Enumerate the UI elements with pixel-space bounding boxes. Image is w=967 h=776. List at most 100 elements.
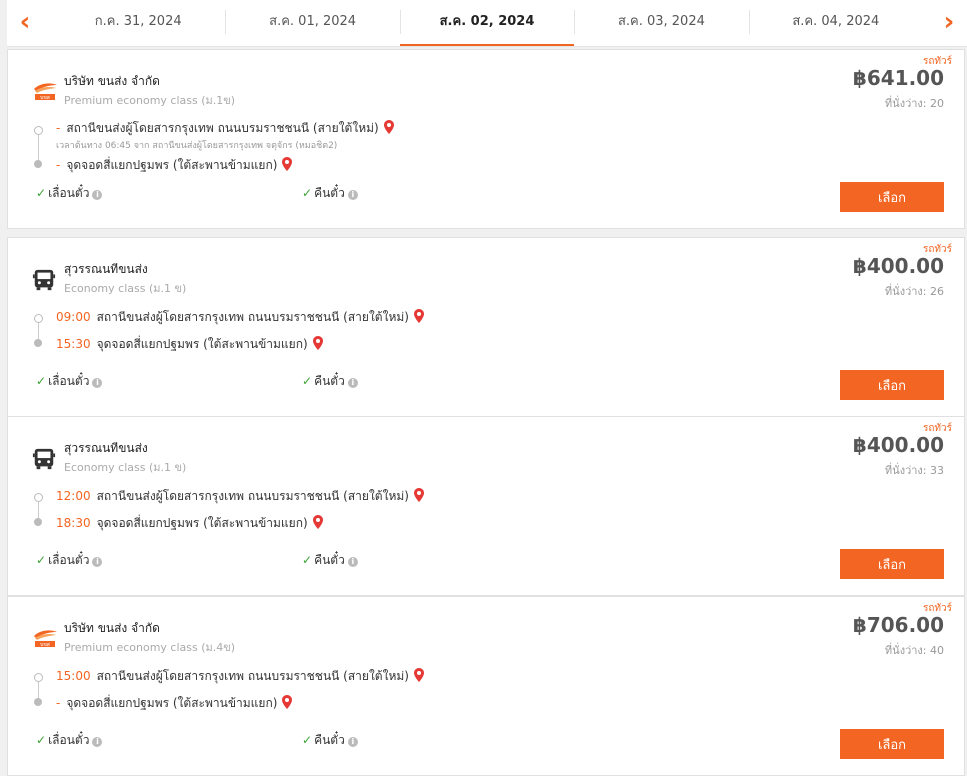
- date-tabs: ก.ค. 31, 2024 ส.ค. 01, 2024 ส.ค. 02, 202…: [51, 0, 923, 46]
- arrival-stop: - จุดจอดสี่แยกปฐมพร (ใต้สะพานข้ามแยก): [56, 156, 293, 175]
- refund-label: คืนตั๋ว: [314, 186, 345, 200]
- departure-stop: 12:00 สถานีขนส่งผู้โดยสารกรุงเทพ ถนนบรมรา…: [56, 487, 424, 506]
- check-icon: ✓: [302, 733, 313, 747]
- svg-text:บขส: บขส: [40, 642, 50, 648]
- reschedule-label: เลื่อนตั๋ว: [48, 374, 90, 388]
- seat-class: Economy class (ม.1 ข): [64, 461, 187, 474]
- operator-logo: บขส: [32, 627, 58, 649]
- departure-time: 15:00: [56, 669, 91, 683]
- map-pin-icon[interactable]: [413, 488, 424, 502]
- refund-feature: ✓ คืนตั๋ว i: [302, 731, 358, 750]
- map-pin-icon[interactable]: [383, 120, 394, 134]
- seats-available: ที่นั่งว่าง: 26: [884, 285, 944, 298]
- refund-label: คืนตั๋ว: [314, 733, 345, 747]
- refund-feature: ✓ คืนตั๋ว i: [302, 551, 358, 570]
- operator-name: สุวรรณนทีขนส่ง: [64, 441, 148, 455]
- seats-available: ที่นั่งว่าง: 40: [884, 644, 944, 657]
- arrival-time: 15:30: [56, 337, 91, 351]
- refund-label: คืนตั๋ว: [314, 553, 345, 567]
- map-pin-icon[interactable]: [413, 309, 424, 323]
- reschedule-feature: ✓ เลื่อนตั๋ว i: [36, 184, 103, 203]
- departure-stop: 09:00 สถานีขนส่งผู้โดยสารกรุงเทพ ถนนบรมรา…: [56, 308, 424, 327]
- seat-class: Premium economy class (ม.1ข): [64, 94, 236, 107]
- arrival-stop: 15:30 จุดจอดสี่แยกปฐมพร (ใต้สะพานข้ามแยก): [56, 335, 323, 354]
- info-icon[interactable]: i: [347, 378, 358, 388]
- timeline-line: [38, 499, 39, 519]
- operator-name: บริษัท ขนส่ง จำกัด: [64, 74, 160, 88]
- check-icon: ✓: [36, 374, 47, 388]
- info-icon[interactable]: i: [92, 737, 103, 747]
- reschedule-feature: ✓ เลื่อนตั๋ว i: [36, 731, 103, 750]
- departure-stop: 15:00 สถานีขนส่งผู้โดยสารกรุงเทพ ถนนบรมรา…: [56, 667, 424, 686]
- arrival-dot: [34, 698, 42, 706]
- seats-available: ที่นั่งว่าง: 33: [884, 464, 944, 477]
- map-pin-icon[interactable]: [312, 515, 323, 529]
- map-pin-icon[interactable]: [312, 336, 323, 350]
- departure-name: สถานีขนส่งผู้โดยสารกรุงเทพ ถนนบรมราชชนนี…: [96, 489, 409, 503]
- select-button[interactable]: เลือก: [840, 182, 944, 212]
- refund-feature: ✓ คืนตั๋ว i: [302, 372, 358, 391]
- map-pin-icon[interactable]: [282, 695, 293, 709]
- reschedule-label: เลื่อนตั๋ว: [48, 186, 90, 200]
- info-icon[interactable]: i: [92, 378, 103, 388]
- map-pin-icon[interactable]: [413, 668, 424, 682]
- bus-icon: [32, 268, 58, 291]
- check-icon: ✓: [302, 553, 313, 567]
- select-button[interactable]: เลือก: [840, 370, 944, 400]
- arrival-time: -: [56, 696, 61, 710]
- arrival-dot: [34, 339, 42, 347]
- date-tab[interactable]: ก.ค. 31, 2024: [51, 0, 225, 46]
- arrival-name: จุดจอดสี่แยกปฐมพร (ใต้สะพานข้ามแยก): [96, 337, 308, 351]
- departure-stop: - สถานีขนส่งผู้โดยสารกรุงเทพ ถนนบรมราชชนน…: [56, 119, 394, 138]
- select-button[interactable]: เลือก: [840, 729, 944, 759]
- check-icon: ✓: [36, 733, 47, 747]
- seat-class: Premium economy class (ม.4ข): [64, 641, 236, 654]
- arrival-stop: 18:30 จุดจอดสี่แยกปฐมพร (ใต้สะพานข้ามแยก): [56, 514, 323, 533]
- trip-card: รถทัวร์ บขส บริษัท ขนส่ง จำกัด Premium e…: [7, 49, 965, 229]
- trip-card: รถทัวร์ สุวรรณนทีขนส่ง Economy class (ม.…: [7, 416, 965, 596]
- operator-name: สุวรรณนทีขนส่ง: [64, 262, 148, 276]
- departure-dot: [34, 493, 43, 502]
- arrival-time: 18:30: [56, 516, 91, 530]
- timeline-line: [38, 132, 39, 162]
- departure-name: สถานีขนส่งผู้โดยสารกรุงเทพ ถนนบรมราชชนนี…: [66, 121, 379, 135]
- info-icon[interactable]: i: [92, 557, 103, 567]
- check-icon: ✓: [302, 186, 313, 200]
- trip-card: รถทัวร์ บขส บริษัท ขนส่ง จำกัด Premium e…: [7, 596, 965, 776]
- price: ฿641.00: [852, 66, 944, 90]
- check-icon: ✓: [36, 186, 47, 200]
- info-icon[interactable]: i: [92, 190, 103, 200]
- departure-time: 09:00: [56, 310, 91, 324]
- date-tab[interactable]: ส.ค. 01, 2024: [225, 0, 399, 46]
- price: ฿400.00: [852, 433, 944, 457]
- date-tab[interactable]: ส.ค. 03, 2024: [574, 0, 748, 46]
- refund-feature: ✓ คืนตั๋ว i: [302, 184, 358, 203]
- arrival-name: จุดจอดสี่แยกปฐมพร (ใต้สะพานข้ามแยก): [96, 516, 308, 530]
- info-icon[interactable]: i: [347, 737, 358, 747]
- chevron-left-icon[interactable]: ‹: [15, 9, 35, 35]
- seat-class: Economy class (ม.1 ข): [64, 282, 187, 295]
- price: ฿706.00: [852, 613, 944, 637]
- date-tab-active[interactable]: ส.ค. 02, 2024: [399, 0, 575, 46]
- price: ฿400.00: [852, 254, 944, 278]
- select-button[interactable]: เลือก: [840, 549, 944, 579]
- check-icon: ✓: [302, 374, 313, 388]
- departure-dot: [34, 314, 43, 323]
- map-pin-icon[interactable]: [282, 157, 293, 171]
- arrival-name: จุดจอดสี่แยกปฐมพร (ใต้สะพานข้ามแยก): [66, 158, 278, 172]
- reschedule-label: เลื่อนตั๋ว: [48, 553, 90, 567]
- svg-text:บขส: บขส: [40, 95, 50, 101]
- info-icon[interactable]: i: [347, 190, 358, 200]
- chevron-right-icon[interactable]: ›: [939, 9, 959, 35]
- date-tab[interactable]: ส.ค. 04, 2024: [748, 0, 923, 46]
- departure-name: สถานีขนส่งผู้โดยสารกรุงเทพ ถนนบรมราชชนนี…: [96, 669, 409, 683]
- arrival-time: -: [56, 158, 61, 172]
- reschedule-feature: ✓ เลื่อนตั๋ว i: [36, 551, 103, 570]
- departure-dot: [34, 126, 43, 135]
- trip-card: รถทัวร์ สุวรรณนทีขนส่ง Economy class (ม.…: [7, 237, 965, 417]
- reschedule-label: เลื่อนตั๋ว: [48, 733, 90, 747]
- arrival-dot: [34, 160, 42, 168]
- arrival-dot: [34, 518, 42, 526]
- info-icon[interactable]: i: [347, 557, 358, 567]
- operator-name: บริษัท ขนส่ง จำกัด: [64, 621, 160, 635]
